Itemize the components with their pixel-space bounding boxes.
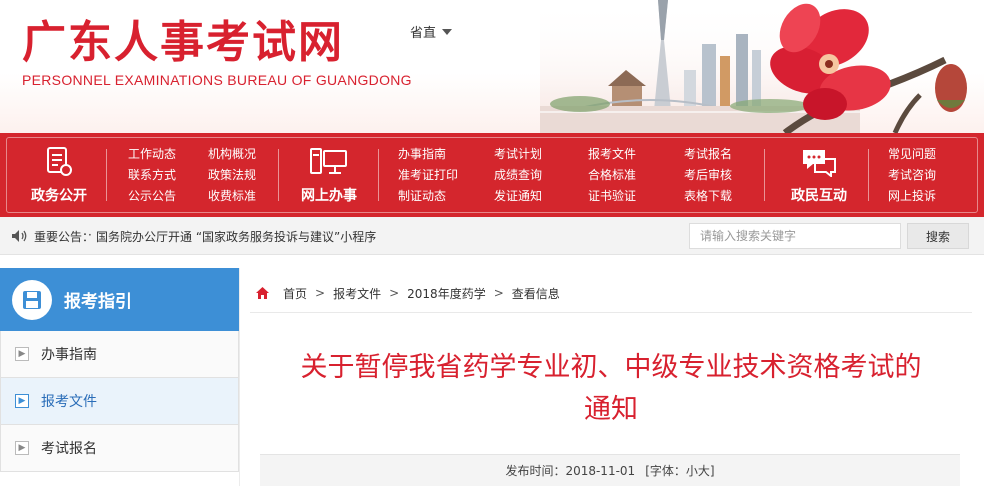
arrow-right-icon: ▶ (15, 347, 29, 361)
sidebar-header: 报考指引 (0, 268, 239, 331)
region-dropdown[interactable]: 省直 (410, 22, 453, 41)
nav-link-admission-ticket[interactable]: 准考证打印 (398, 168, 458, 183)
nav-link-certificate-verify[interactable]: 证书验证 (588, 189, 636, 204)
nav-link-fees[interactable]: 收费标准 (208, 189, 256, 204)
chat-icon (799, 145, 839, 179)
notice-label: 重要公告： (34, 230, 95, 244)
region-label: 省直 (410, 26, 437, 41)
nav-column-1: 工作动态 联系方式 公示公告 (128, 147, 176, 204)
breadcrumb-link[interactable]: 报考文件 (333, 285, 381, 302)
sidebar-item-label: 办事指南 (41, 347, 97, 363)
nav-link-organization[interactable]: 机构概况 (208, 147, 256, 162)
nav-link-announcements[interactable]: 公示公告 (128, 189, 176, 204)
nav-link-post-exam-review[interactable]: 考后审核 (684, 168, 732, 183)
breadcrumb: 首页 > 报考文件 > 2018年度药学 > 查看信息 (256, 283, 968, 303)
nav-link-pass-standard[interactable]: 合格标准 (588, 168, 636, 183)
site-subtitle: PERSONNEL EXAMINATIONS BUREAU OF GUANGDO… (22, 72, 412, 88)
nav-link-policies[interactable]: 政策法规 (208, 168, 256, 183)
nav-column-5: 报考文件 合格标准 证书验证 (588, 147, 636, 204)
nav-link-certificate-status[interactable]: 制证动态 (398, 189, 458, 204)
save-icon (12, 279, 52, 320)
breadcrumb-separator: > (389, 286, 400, 300)
nav-divider (378, 149, 379, 201)
nav-divider (868, 149, 869, 201)
breadcrumb-separator: > (315, 286, 326, 300)
breadcrumb-link[interactable]: 2018年度药学 (407, 285, 486, 302)
breadcrumb-home-link[interactable]: 首页 (283, 285, 307, 302)
nav-column-6: 考试报名 考后审核 表格下载 (684, 147, 732, 204)
nav-link-guide[interactable]: 办事指南 (398, 147, 458, 162)
nav-link-faq[interactable]: 常见问题 (888, 147, 936, 162)
nav-link-exam-plan[interactable]: 考试计划 (494, 147, 542, 162)
sidebar-item-label: 考试报名 (41, 441, 97, 457)
sidebar-item-label: 报考文件 (41, 394, 97, 410)
notice-bullet: · (88, 228, 92, 242)
nav-link-exam-registration[interactable]: 考试报名 (684, 147, 732, 162)
nav-divider (278, 149, 279, 201)
nav-link-form-download[interactable]: 表格下载 (684, 189, 732, 204)
divider (250, 312, 972, 313)
breadcrumb-separator: > (493, 286, 504, 300)
breadcrumb-current: 查看信息 (511, 286, 560, 301)
home-icon (256, 287, 269, 299)
main-content: 首页 > 报考文件 > 2018年度药学 > 查看信息 关于暂停我省药学专业初、… (239, 268, 984, 486)
sidebar-item-guide[interactable]: ▶ 办事指南 (0, 331, 239, 378)
publish-time: 发布时间：2018-11-01 (505, 464, 636, 478)
nav-divider (764, 149, 765, 201)
sidebar-item-registration-docs[interactable]: ▶ 报考文件 (0, 378, 239, 425)
nav-link-registration-docs[interactable]: 报考文件 (588, 147, 636, 162)
article-title-line: 关于暂停我省药学专业初、中级专业技术资格考试的 (300, 352, 922, 383)
notice-bar: 重要公告： · 国务院办公厅开通 “国家政务服务投诉与建议”小程序 搜索 (0, 217, 984, 255)
nav-link-work-news[interactable]: 工作动态 (128, 147, 176, 162)
article-title: 关于暂停我省药学专业初、中级专业技术资格考试的 通知 (250, 347, 972, 431)
font-size-toggle[interactable]: [字体：小大] (645, 462, 714, 479)
nav-block-government-affairs[interactable]: 政务公开 (22, 133, 96, 217)
document-icon (39, 145, 79, 179)
nav-column-2: 机构概况 政策法规 收费标准 (208, 147, 256, 204)
chevron-down-icon (442, 28, 453, 35)
nav-link-score-query[interactable]: 成绩查询 (494, 168, 542, 183)
site-title[interactable]: 广东人事考试网 (22, 6, 344, 70)
article-title-line: 通知 (584, 394, 638, 425)
article-meta: 发布时间：2018-11-01 [字体：小大] (260, 454, 960, 486)
arrow-right-icon: ▶ (15, 394, 29, 408)
nav-block-public-interaction[interactable]: 政民互动 (782, 133, 856, 217)
site-header: 广东人事考试网 PERSONNEL EXAMINATIONS BUREAU OF… (0, 0, 984, 133)
nav-column-3: 办事指南 准考证打印 制证动态 (398, 147, 458, 204)
nav-link-exam-consulting[interactable]: 考试咨询 (888, 168, 936, 183)
sidebar-item-exam-registration[interactable]: ▶ 考试报名 (0, 425, 239, 472)
nav-column-7: 常见问题 考试咨询 网上投诉 (888, 147, 936, 204)
nav-block-label: 政务公开 (31, 188, 87, 204)
nav-divider (106, 149, 107, 201)
kapok-flower-illustration (770, 3, 967, 133)
nav-block-label: 政民互动 (791, 188, 847, 204)
nav-block-label: 网上办事 (301, 188, 357, 204)
notice-text-link[interactable]: 国务院办公厅开通 “国家政务服务投诉与建议”小程序 (96, 228, 376, 245)
sidebar: 报考指引 ▶ 办事指南 ▶ 报考文件 ▶ 考试报名 (0, 268, 239, 486)
speaker-icon (12, 230, 27, 242)
computer-icon (309, 145, 349, 179)
nav-link-online-complaint[interactable]: 网上投诉 (888, 189, 936, 204)
sidebar-title: 报考指引 (64, 292, 132, 312)
nav-link-certificate-notice[interactable]: 发证通知 (494, 189, 542, 204)
nav-link-contact[interactable]: 联系方式 (128, 168, 176, 183)
search-input[interactable] (689, 223, 901, 249)
main-nav-bar: 政务公开 工作动态 联系方式 公示公告 机构概况 政策法规 收费标准 网上办事 … (0, 133, 984, 217)
search-button[interactable]: 搜索 (907, 223, 969, 249)
nav-column-4: 考试计划 成绩查询 发证通知 (494, 147, 542, 204)
nav-block-online-services[interactable]: 网上办事 (292, 133, 366, 217)
arrow-right-icon: ▶ (15, 441, 29, 455)
